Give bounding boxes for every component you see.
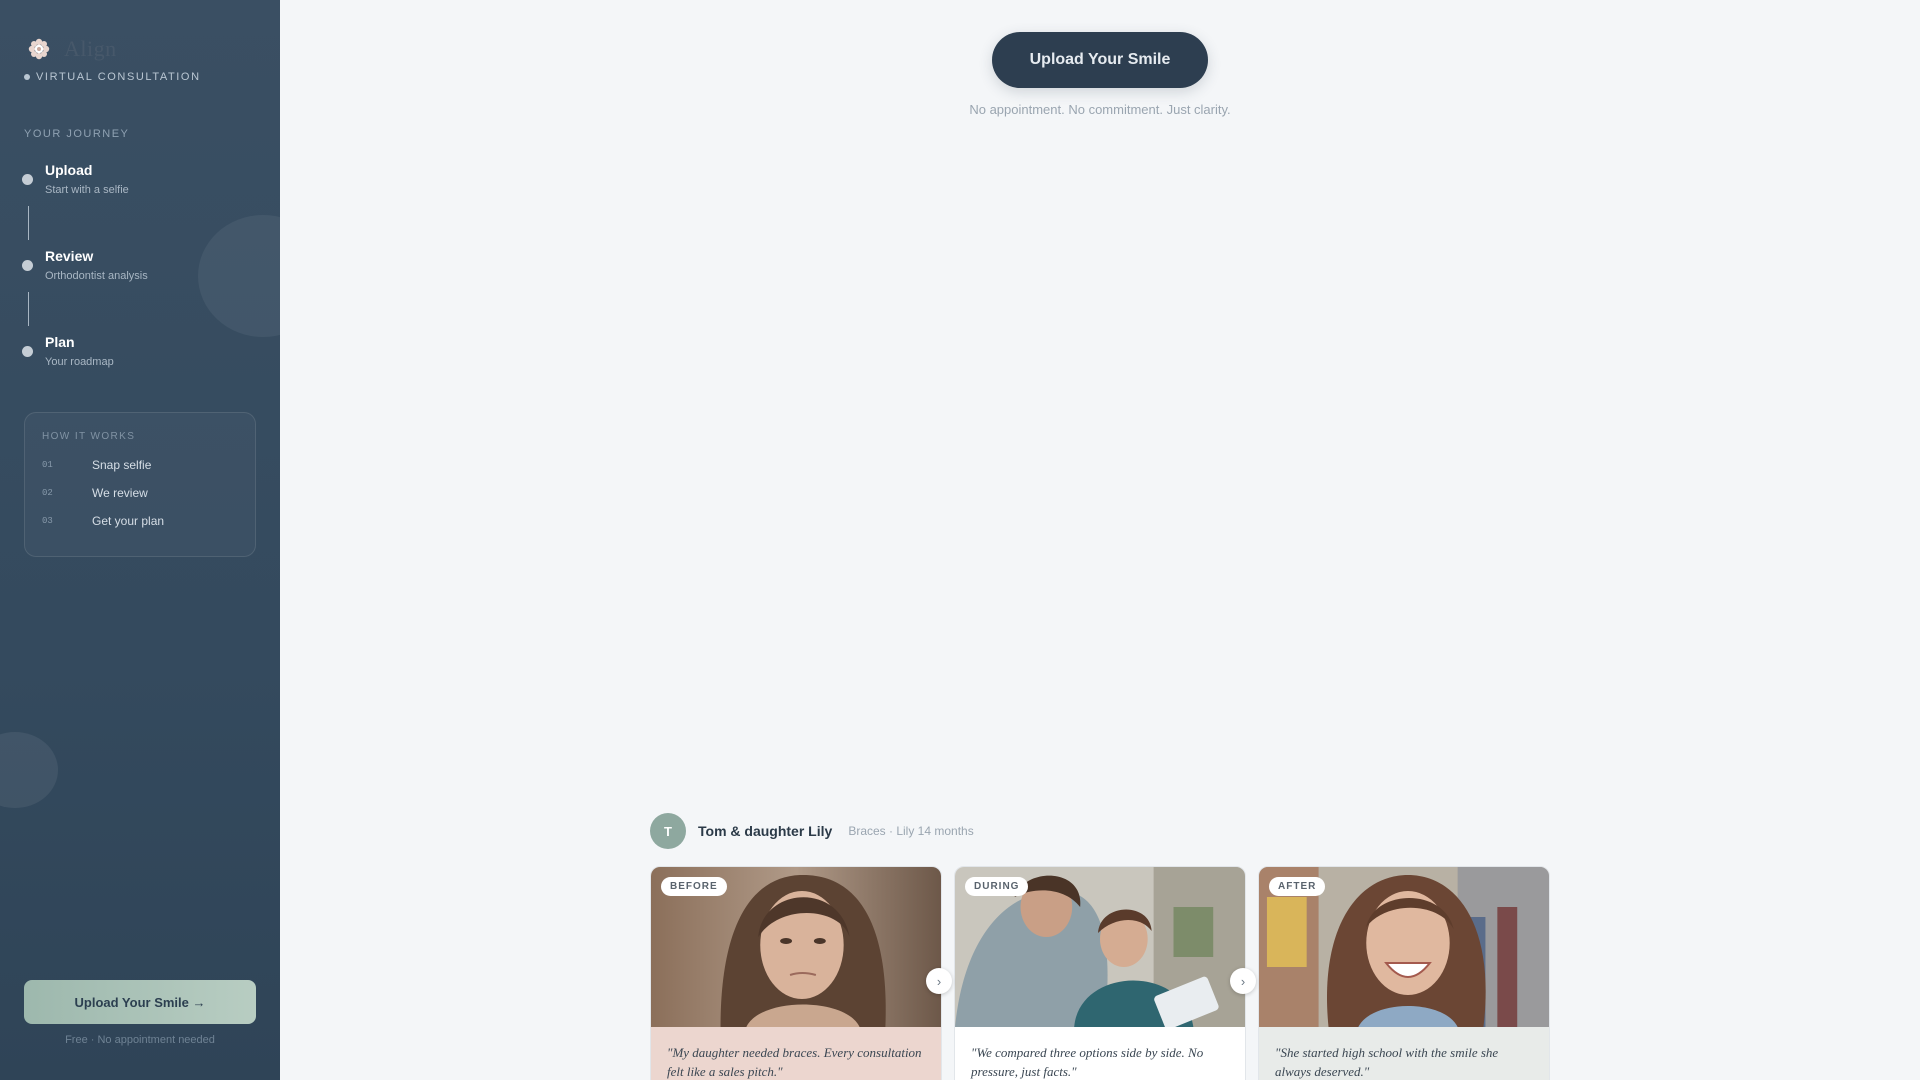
how-item-number: 02 — [42, 488, 53, 498]
sidebar-upload-button[interactable]: Upload Your Smile → — [24, 980, 256, 1024]
how-item-text: Get your plan — [92, 514, 165, 528]
step-subtitle: Your roadmap — [45, 356, 114, 368]
during-label: DURING — [965, 877, 1029, 896]
how-item-text: Snap selfie — [92, 458, 152, 472]
step-subtitle: Orthodontist analysis — [45, 270, 148, 282]
flower-logo-icon — [28, 38, 50, 60]
decorative-blob — [198, 215, 280, 337]
how-item-number: 01 — [42, 460, 53, 470]
step-title: Review — [45, 248, 94, 264]
upload-smile-button[interactable]: Upload Your Smile — [992, 32, 1208, 88]
testimonial-name: Tom & daughter Lily — [698, 823, 833, 839]
how-it-works-item: 02 We review — [42, 486, 148, 500]
sidebar-cta-note: Free · No appointment needed — [65, 1034, 215, 1046]
avatar: T — [650, 813, 686, 849]
how-it-works-item: 01 Snap selfie — [42, 458, 151, 472]
journey-step-review[interactable]: Review Orthodontist analysis — [22, 248, 148, 282]
how-it-works-panel: HOW IT WORKS 01 Snap selfie 02 We review… — [24, 412, 256, 557]
status-dot-icon — [24, 74, 30, 80]
consultation-label: VIRTUAL CONSULTATION — [24, 71, 201, 83]
step-bullet-icon — [22, 346, 33, 357]
journey-step-upload[interactable]: Upload Start with a selfie — [22, 162, 129, 196]
testimonial-card-after: AFTER "She started high school with the … — [1258, 866, 1550, 1080]
upload-note: No appointment. No commitment. Just clar… — [969, 102, 1231, 117]
testimonial-card-before: BEFORE "My daughter needed braces. Every… — [650, 866, 942, 1080]
testimonial-quote: "We compared three options side by side.… — [971, 1045, 1204, 1079]
consultation-label-text: VIRTUAL CONSULTATION — [36, 71, 201, 83]
chevron-right-icon[interactable]: › — [1230, 968, 1256, 994]
quote-area: "My daughter needed braces. Every consul… — [651, 1027, 941, 1080]
brand[interactable]: Align — [28, 36, 117, 62]
after-label: AFTER — [1269, 877, 1326, 896]
how-item-text: We review — [92, 486, 148, 500]
step-connector — [28, 292, 29, 326]
step-bullet-icon — [22, 260, 33, 271]
step-connector — [28, 206, 29, 240]
step-title: Plan — [45, 334, 75, 350]
decorative-blob — [0, 732, 58, 808]
step-bullet-icon — [22, 174, 33, 185]
testimonial-card-during: DURING "We compared three options side b… — [954, 866, 1246, 1080]
quote-area: "We compared three options side by side.… — [955, 1027, 1245, 1080]
how-it-works-item: 03 Get your plan — [42, 514, 164, 528]
journey-heading: YOUR JOURNEY — [24, 128, 130, 140]
testimonial-quote: "She started high school with the smile … — [1275, 1045, 1499, 1079]
brand-name: Align — [64, 36, 117, 61]
testimonial-header: T Tom & daughter Lily Braces · Lily 14 m… — [650, 813, 974, 849]
journey-step-plan[interactable]: Plan Your roadmap — [22, 334, 114, 368]
sidebar: Align VIRTUAL CONSULTATION YOUR JOURNEY … — [0, 0, 280, 1080]
before-label: BEFORE — [661, 877, 727, 896]
testimonial-quote: "My daughter needed braces. Every consul… — [667, 1045, 922, 1079]
quote-area: "She started high school with the smile … — [1259, 1027, 1549, 1080]
chevron-right-icon[interactable]: › — [926, 968, 952, 994]
step-title: Upload — [45, 162, 93, 178]
how-item-number: 03 — [42, 516, 53, 526]
testimonial-meta: Braces · Lily 14 months — [848, 824, 974, 838]
how-it-works-title: HOW IT WORKS — [42, 431, 136, 442]
step-subtitle: Start with a selfie — [45, 184, 129, 196]
